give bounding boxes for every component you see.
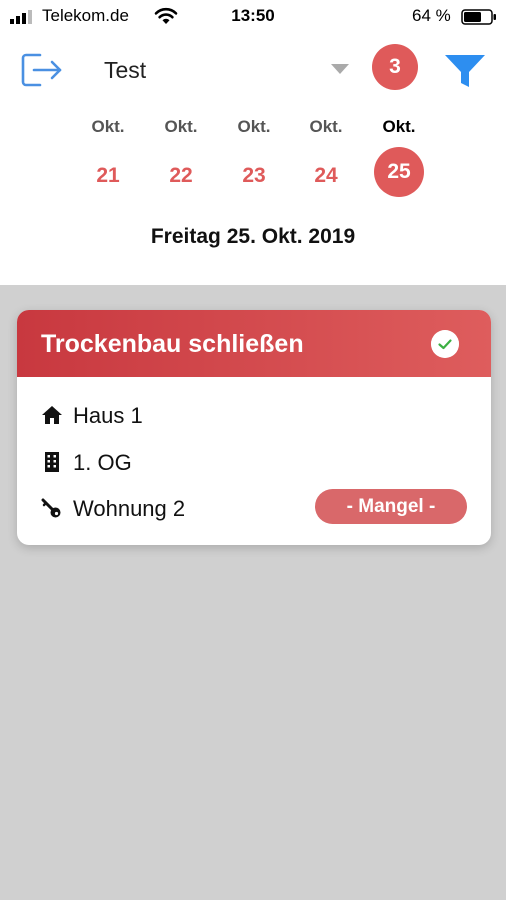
logout-icon[interactable] [20, 51, 64, 89]
building-icon [45, 452, 59, 472]
day-number: 23 [242, 164, 266, 187]
check-circle-icon[interactable] [431, 330, 459, 358]
status-time: 13:50 [231, 6, 275, 25]
day-number: 24 [314, 164, 338, 187]
date-day-25-selected[interactable]: Okt. 25 [369, 116, 429, 200]
caret-down-icon[interactable] [331, 64, 349, 74]
defect-tag[interactable]: - Mangel - [315, 489, 467, 524]
day-month: Okt. [309, 117, 343, 136]
selected-date-label: Freitag 25. Okt. 2019 [150, 225, 356, 248]
floor-label: 1. OG [73, 450, 132, 475]
battery-icon [461, 9, 496, 25]
date-day-23[interactable]: Okt. 23 [224, 116, 284, 200]
day-month: Okt. [91, 117, 125, 136]
notification-count-badge[interactable]: 3 [372, 44, 418, 90]
key-icon [41, 498, 61, 518]
date-day-24[interactable]: Okt. 24 [296, 116, 356, 200]
status-bar: Telekom.de 13:50 64 % [0, 0, 506, 34]
project-name[interactable]: Test [104, 57, 146, 84]
day-number: 22 [169, 164, 193, 187]
home-icon [42, 406, 62, 424]
date-day-21[interactable]: Okt. 21 [78, 116, 138, 200]
day-month: Okt. [382, 117, 416, 136]
day-number: 21 [96, 164, 120, 187]
day-month: Okt. [237, 117, 271, 136]
building-label: Haus 1 [73, 403, 143, 428]
top-panel: Telekom.de 13:50 64 % Test 3 Okt. 21 Okt… [0, 0, 506, 285]
battery-percent: 64 % [412, 6, 451, 25]
date-day-22[interactable]: Okt. 22 [151, 116, 211, 200]
day-number: 25 [374, 147, 424, 197]
task-card-header: Trockenbau schließen [17, 310, 491, 377]
day-month: Okt. [164, 117, 198, 136]
task-card[interactable]: Trockenbau schließen Haus 1 1. OG Wohnun… [17, 310, 491, 545]
task-title: Trockenbau schließen [41, 330, 304, 358]
unit-label: Wohnung 2 [73, 496, 186, 521]
filter-icon[interactable] [443, 52, 487, 90]
